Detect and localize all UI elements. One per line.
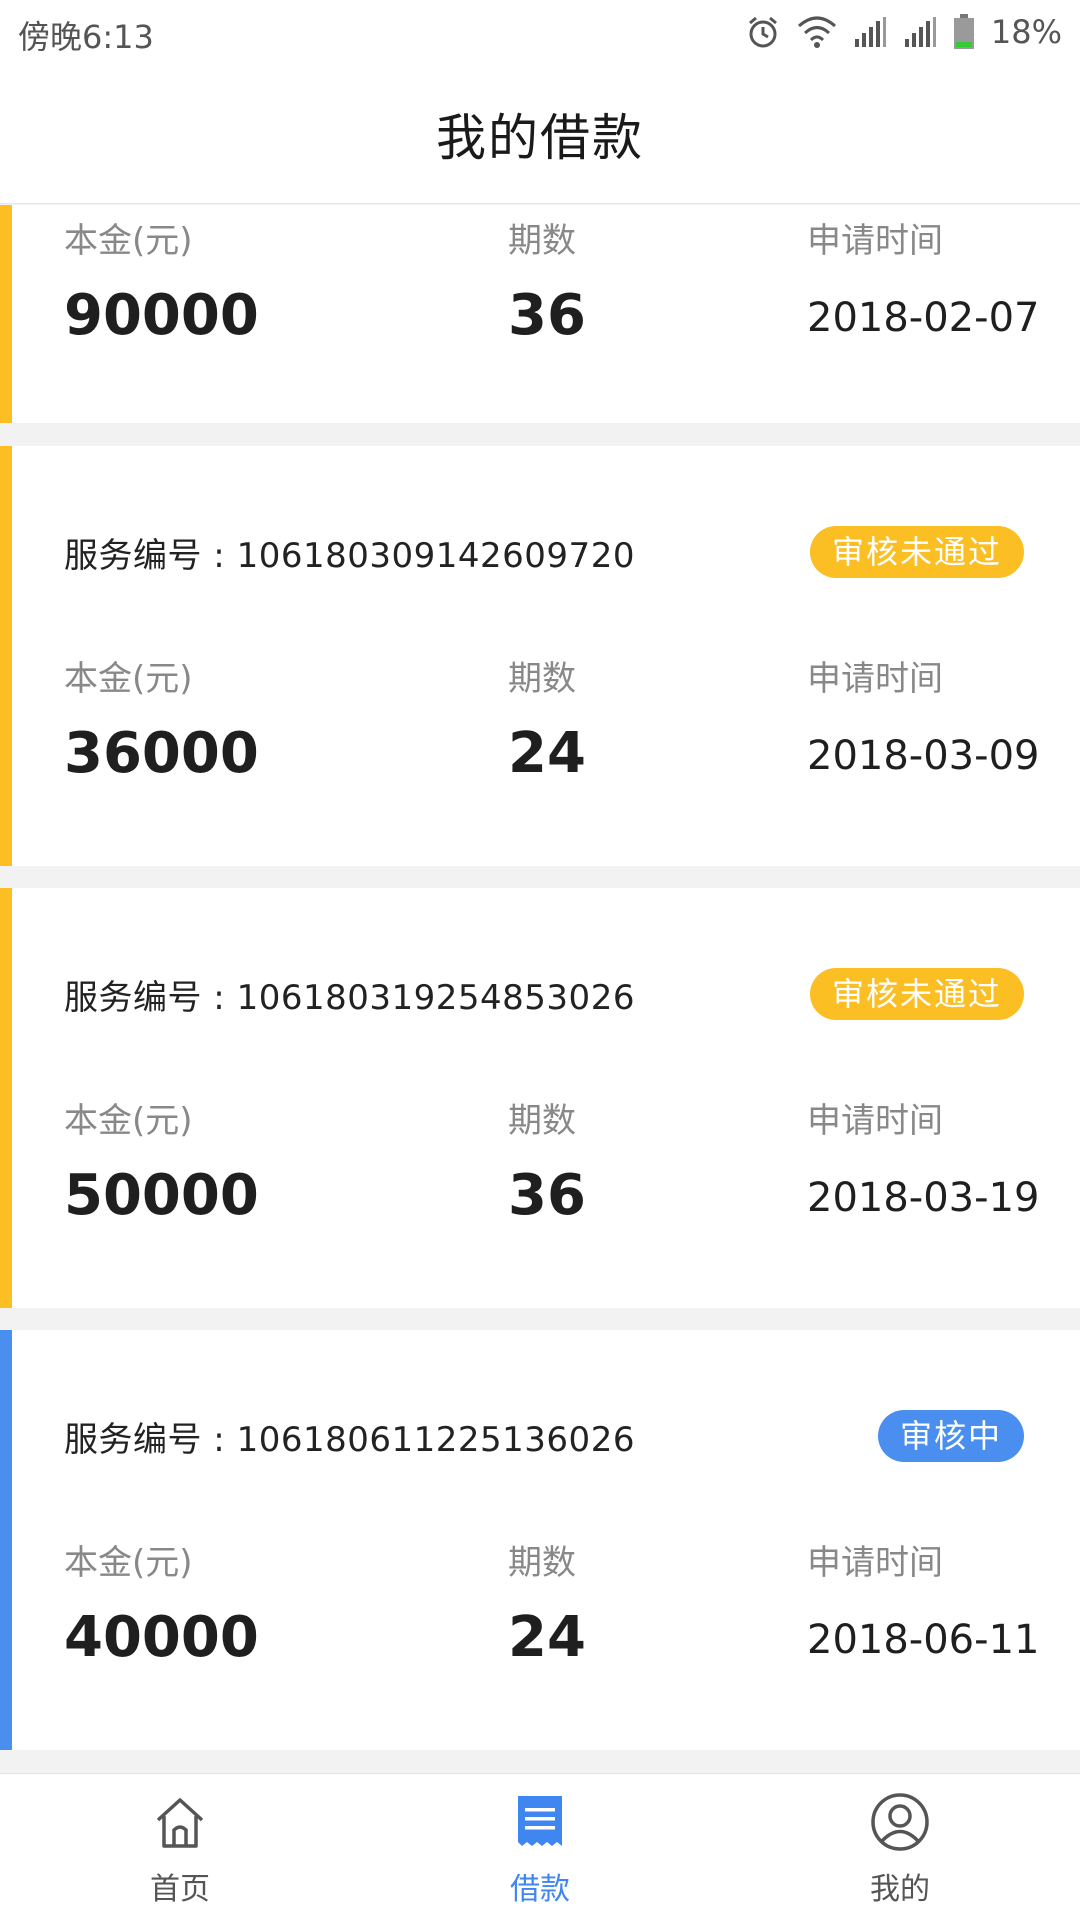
periods-label: 期数: [508, 1543, 576, 1583]
status-indicator-bar: [0, 205, 12, 423]
service-number-label: 服务编号 :: [64, 1420, 237, 1460]
loan-list[interactable]: 本金(元) 期数 申请时间 90000 36 2018-02-07 服务编号 :…: [0, 205, 1080, 1773]
nav-home[interactable]: 首页: [0, 1774, 360, 1920]
loan-card[interactable]: 服务编号 : 106180319254853026 审核未通过 本金(元) 期数…: [0, 888, 1080, 1308]
periods-value: 36: [508, 283, 586, 348]
service-number: 服务编号 : 106180319254853026: [64, 970, 635, 1019]
wifi-icon: [797, 14, 837, 50]
bottom-nav: 首页 借款 我的: [0, 1773, 1080, 1920]
status-badge: 审核中: [877, 1410, 1024, 1462]
page-title: 我的借款: [436, 108, 644, 167]
service-number: 服务编号 : 106180309142609720: [64, 528, 635, 577]
date-value: 2018-03-19: [807, 1175, 1040, 1221]
battery-icon: [953, 14, 975, 50]
page-header: 我的借款: [0, 64, 1080, 204]
battery-percent: 18%: [990, 13, 1062, 51]
periods-label: 期数: [508, 659, 576, 699]
date-label: 申请时间: [807, 221, 943, 261]
principal-label: 本金(元): [64, 1101, 193, 1141]
periods-value: 24: [508, 721, 586, 786]
nav-label: 我的: [870, 1872, 930, 1907]
status-badge: 审核未通过: [809, 526, 1024, 578]
alarm-icon: [745, 14, 781, 50]
home-icon: [150, 1792, 210, 1856]
status-badge: 审核未通过: [809, 968, 1024, 1020]
principal-label: 本金(元): [64, 659, 193, 699]
date-label: 申请时间: [807, 659, 943, 699]
nav-profile[interactable]: 我的: [720, 1774, 1080, 1920]
periods-label: 期数: [508, 221, 576, 261]
document-icon: [510, 1792, 570, 1856]
service-number-value: 106180611225136026: [236, 1420, 635, 1460]
periods-value: 36: [508, 1163, 586, 1228]
principal-label: 本金(元): [64, 1543, 193, 1583]
status-time: 傍晚6:13: [18, 18, 154, 56]
date-label: 申请时间: [807, 1101, 943, 1141]
principal-value: 90000: [64, 283, 259, 348]
loan-card[interactable]: 服务编号 : 106180309142609720 审核未通过 本金(元) 期数…: [0, 446, 1080, 866]
service-number-value: 106180309142609720: [236, 536, 635, 576]
status-indicator-bar: [0, 888, 12, 1308]
loan-card[interactable]: 本金(元) 期数 申请时间 90000 36 2018-02-07: [0, 205, 1080, 423]
principal-label: 本金(元): [64, 221, 193, 261]
service-number: 服务编号 : 106180611225136026: [64, 1412, 635, 1461]
nav-label: 借款: [510, 1872, 570, 1907]
date-label: 申请时间: [807, 1543, 943, 1583]
nav-loans[interactable]: 借款: [360, 1774, 720, 1920]
principal-value: 50000: [64, 1163, 259, 1228]
status-indicator-bar: [0, 446, 12, 866]
status-bar: 傍晚6:13 18%: [0, 0, 1080, 64]
user-icon: [870, 1792, 930, 1856]
signal-icon: [853, 15, 887, 49]
status-indicator-bar: [0, 1330, 12, 1750]
service-number-value: 106180319254853026: [236, 978, 635, 1018]
date-value: 2018-03-09: [807, 733, 1040, 779]
principal-value: 36000: [64, 721, 259, 786]
periods-label: 期数: [508, 1101, 576, 1141]
date-value: 2018-02-07: [807, 295, 1040, 341]
date-value: 2018-06-11: [807, 1617, 1040, 1663]
service-number-label: 服务编号 :: [64, 978, 237, 1018]
principal-value: 40000: [64, 1605, 259, 1670]
status-icons: 18%: [745, 12, 1062, 52]
periods-value: 24: [508, 1605, 586, 1670]
service-number-label: 服务编号 :: [64, 536, 237, 576]
loan-card[interactable]: 服务编号 : 106180611225136026 审核中 本金(元) 期数 申…: [0, 1330, 1080, 1750]
signal-icon: [903, 15, 937, 49]
nav-label: 首页: [150, 1872, 210, 1907]
